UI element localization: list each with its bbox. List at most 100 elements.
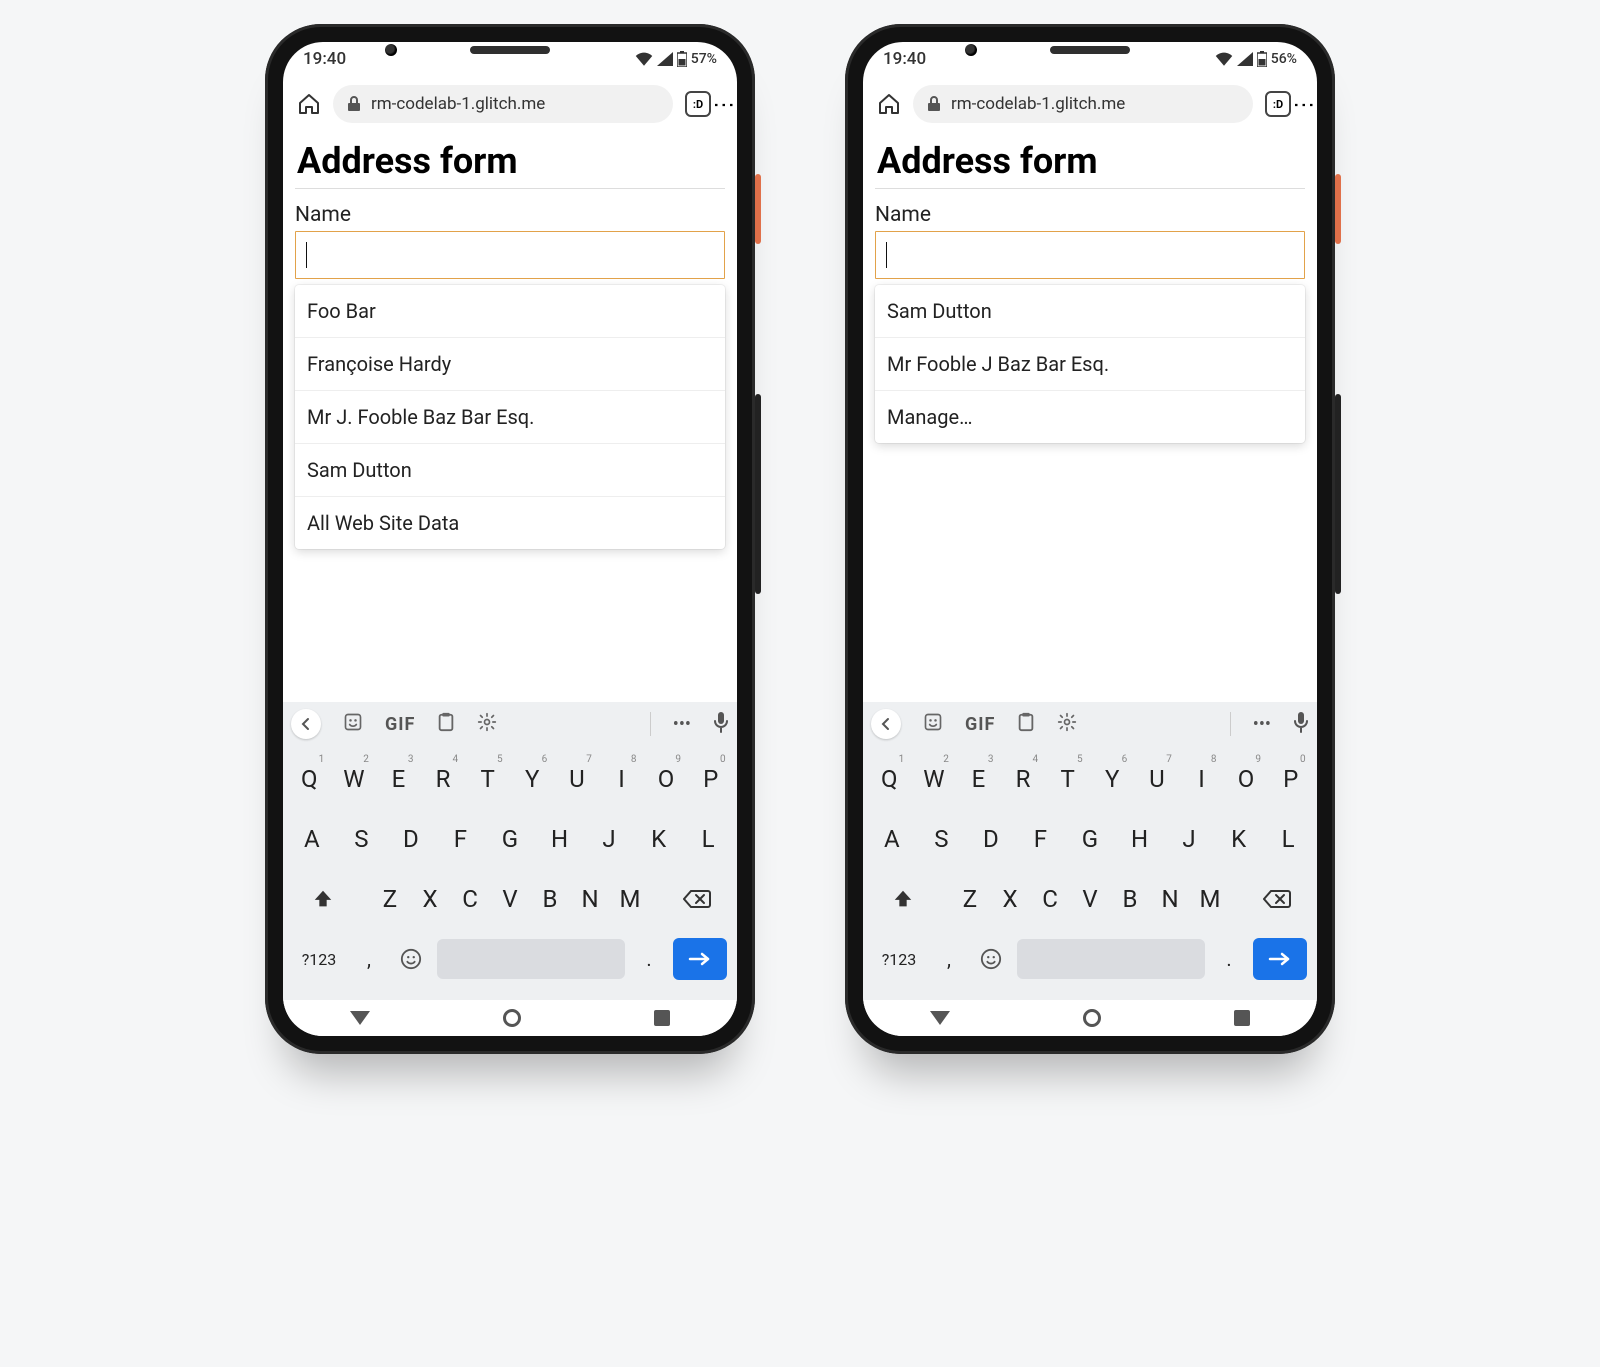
key-s[interactable]: S	[339, 812, 383, 866]
more-icon[interactable]: •••	[673, 714, 691, 735]
key-e[interactable]: E3	[958, 752, 998, 806]
comma-key[interactable]: ,	[933, 932, 965, 986]
name-input[interactable]	[875, 231, 1305, 279]
enter-key[interactable]	[673, 938, 727, 980]
key-c[interactable]: C	[1030, 872, 1070, 926]
key-e[interactable]: E3	[378, 752, 418, 806]
key-k[interactable]: K	[637, 812, 681, 866]
backspace-key[interactable]	[672, 889, 722, 909]
key-h[interactable]: H	[1118, 812, 1162, 866]
tab-switcher[interactable]: :D	[685, 91, 711, 117]
suggestion-item[interactable]: All Web Site Data	[295, 496, 725, 549]
sticker-icon[interactable]	[923, 712, 943, 737]
key-v[interactable]: V	[1070, 872, 1110, 926]
comma-key[interactable]: ,	[353, 932, 385, 986]
gif-icon[interactable]: GIF	[965, 714, 995, 735]
suggestion-item[interactable]: Françoise Hardy	[295, 337, 725, 390]
key-d[interactable]: D	[969, 812, 1013, 866]
shift-key[interactable]	[298, 888, 348, 910]
key-n[interactable]: N	[570, 872, 610, 926]
key-u[interactable]: U7	[1137, 752, 1177, 806]
sticker-icon[interactable]	[343, 712, 363, 737]
gear-icon[interactable]	[1057, 712, 1077, 737]
key-n[interactable]: N	[1150, 872, 1190, 926]
key-o[interactable]: O9	[646, 752, 686, 806]
url-bar[interactable]: rm-codelab-1.glitch.me	[913, 85, 1253, 123]
key-f[interactable]: F	[1018, 812, 1062, 866]
key-z[interactable]: Z	[950, 872, 990, 926]
key-g[interactable]: G	[488, 812, 532, 866]
suggestion-item[interactable]: Sam Dutton	[875, 285, 1305, 337]
key-g[interactable]: G	[1068, 812, 1112, 866]
key-t[interactable]: T5	[468, 752, 508, 806]
key-y[interactable]: Y6	[512, 752, 552, 806]
key-a[interactable]: A	[870, 812, 914, 866]
gear-icon[interactable]	[477, 712, 497, 737]
key-i[interactable]: I8	[601, 752, 641, 806]
key-f[interactable]: F	[438, 812, 482, 866]
key-r[interactable]: R4	[423, 752, 463, 806]
name-input[interactable]	[295, 231, 725, 279]
clipboard-icon[interactable]	[437, 712, 455, 737]
key-d[interactable]: D	[389, 812, 433, 866]
key-x[interactable]: X	[410, 872, 450, 926]
gif-icon[interactable]: GIF	[385, 714, 415, 735]
spacebar-key[interactable]	[437, 939, 625, 979]
suggestion-item[interactable]: Manage…	[875, 390, 1305, 443]
key-w[interactable]: W2	[914, 752, 954, 806]
tab-switcher[interactable]: :D	[1265, 91, 1291, 117]
suggestion-item[interactable]: Foo Bar	[295, 285, 725, 337]
key-m[interactable]: M	[1190, 872, 1230, 926]
key-v[interactable]: V	[490, 872, 530, 926]
nav-home-icon[interactable]	[1083, 1009, 1101, 1027]
clipboard-icon[interactable]	[1017, 712, 1035, 737]
mic-icon[interactable]	[1293, 711, 1309, 738]
key-l[interactable]: L	[1266, 812, 1310, 866]
suggestion-item[interactable]: Sam Dutton	[295, 443, 725, 496]
nav-back-icon[interactable]	[350, 1011, 370, 1025]
home-icon[interactable]	[877, 92, 901, 116]
spacebar-key[interactable]	[1017, 939, 1205, 979]
backspace-key[interactable]	[1252, 889, 1302, 909]
key-c[interactable]: C	[450, 872, 490, 926]
key-o[interactable]: O9	[1226, 752, 1266, 806]
key-i[interactable]: I8	[1181, 752, 1221, 806]
period-key[interactable]: .	[633, 932, 665, 986]
key-l[interactable]: L	[686, 812, 730, 866]
key-j[interactable]: J	[1167, 812, 1211, 866]
key-q[interactable]: Q1	[869, 752, 909, 806]
key-x[interactable]: X	[990, 872, 1030, 926]
key-p[interactable]: P0	[1271, 752, 1311, 806]
url-bar[interactable]: rm-codelab-1.glitch.me	[333, 85, 673, 123]
nav-home-icon[interactable]	[503, 1009, 521, 1027]
key-b[interactable]: B	[1110, 872, 1150, 926]
nav-recents-icon[interactable]	[654, 1010, 670, 1026]
emoji-key[interactable]	[393, 932, 429, 986]
key-q[interactable]: Q1	[289, 752, 329, 806]
key-z[interactable]: Z	[370, 872, 410, 926]
key-s[interactable]: S	[919, 812, 963, 866]
key-b[interactable]: B	[530, 872, 570, 926]
home-icon[interactable]	[297, 92, 321, 116]
key-m[interactable]: M	[610, 872, 650, 926]
period-key[interactable]: .	[1213, 932, 1245, 986]
suggestion-item[interactable]: Mr J. Fooble Baz Bar Esq.	[295, 390, 725, 443]
key-j[interactable]: J	[587, 812, 631, 866]
more-icon[interactable]: •••	[1253, 714, 1271, 735]
suggestion-item[interactable]: Mr Fooble J Baz Bar Esq.	[875, 337, 1305, 390]
symbols-key[interactable]: ?123	[873, 932, 925, 986]
key-t[interactable]: T5	[1048, 752, 1088, 806]
enter-key[interactable]	[1253, 938, 1307, 980]
chevron-left-icon[interactable]	[871, 709, 901, 739]
key-k[interactable]: K	[1217, 812, 1261, 866]
key-w[interactable]: W2	[334, 752, 374, 806]
mic-icon[interactable]	[713, 711, 729, 738]
key-h[interactable]: H	[538, 812, 582, 866]
key-y[interactable]: Y6	[1092, 752, 1132, 806]
key-a[interactable]: A	[290, 812, 334, 866]
emoji-key[interactable]	[973, 932, 1009, 986]
key-u[interactable]: U7	[557, 752, 597, 806]
key-r[interactable]: R4	[1003, 752, 1043, 806]
nav-recents-icon[interactable]	[1234, 1010, 1250, 1026]
symbols-key[interactable]: ?123	[293, 932, 345, 986]
